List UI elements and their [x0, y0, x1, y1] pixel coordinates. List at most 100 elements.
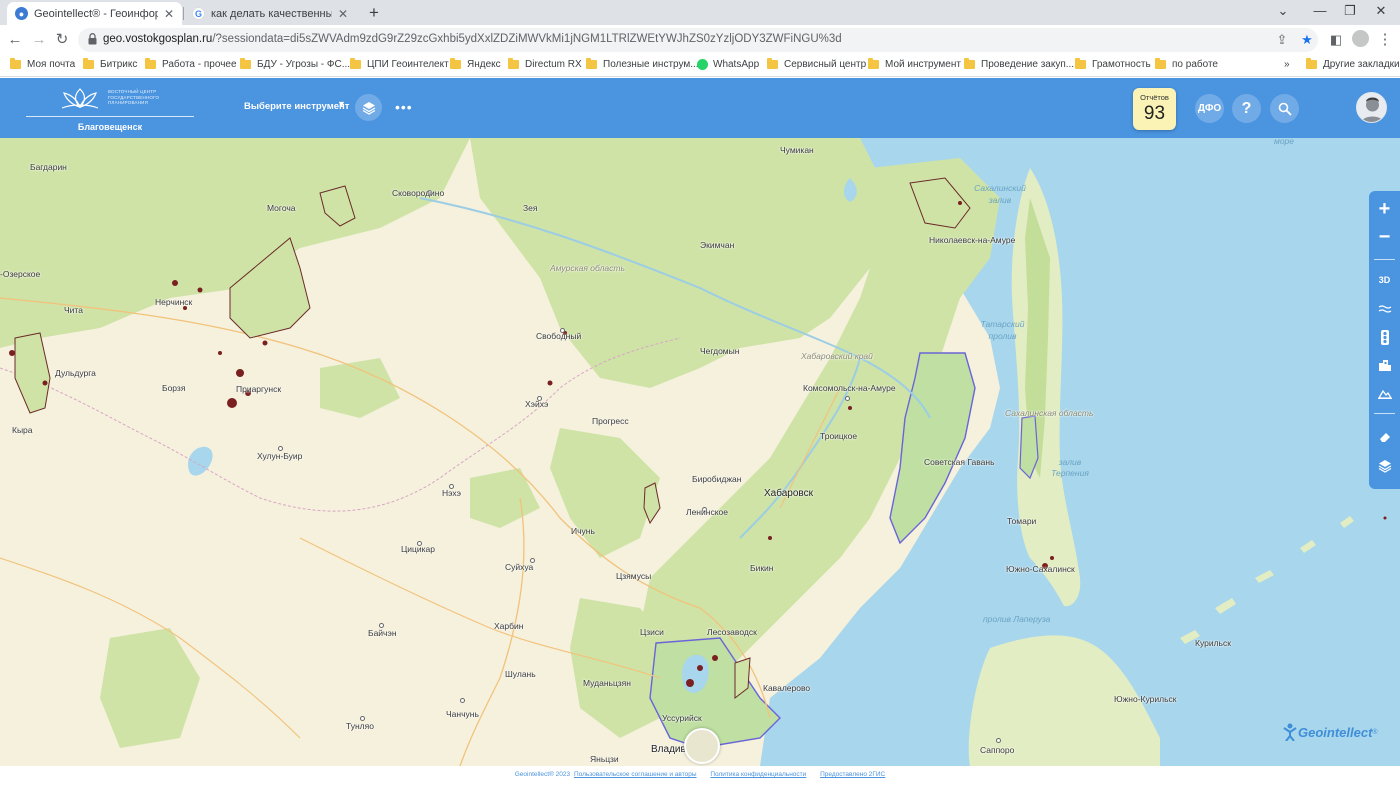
city-dot [845, 396, 850, 401]
url-omnibox[interactable]: geo.vostokgosplan.ru/?sessiondata=di5sZW… [78, 28, 1318, 52]
lock-icon [88, 33, 97, 45]
bookmark-item[interactable]: Грамотность [1075, 58, 1151, 70]
share-icon[interactable]: ⇪ [1274, 32, 1290, 48]
logo-text: ВОСТОЧНЫЙ ЦЕНТР ГОСУДАРСТВЕННОГО ПЛАНИРО… [108, 89, 159, 106]
map-canvas[interactable]: Чумикан Багдарин Сковородино Могоча Зея … [0, 138, 1400, 766]
new-tab-button[interactable]: + [364, 3, 384, 23]
vostok-logo[interactable]: ВОСТОЧНЫЙ ЦЕНТР ГОСУДАРСТВЕННОГО ПЛАНИРО… [26, 84, 194, 136]
folder-icon [508, 58, 519, 69]
place-label: Тунляо [346, 721, 374, 731]
close-window-icon[interactable]: ✕ [1366, 2, 1396, 20]
bookmark-item[interactable]: Сервисный центр [767, 58, 866, 70]
close-tab-icon[interactable]: ✕ [338, 7, 348, 21]
city-selector[interactable]: Благовещенск [26, 122, 194, 132]
place-label: Чегдомын [700, 346, 740, 356]
place-label: -Озерское [0, 269, 41, 279]
search-icon [1278, 102, 1292, 116]
terms-link[interactable]: Пользовательское соглашение и авторы [574, 771, 697, 778]
zoom-out-button[interactable]: − [1369, 225, 1400, 249]
geointellect-brand: Geointellect ® [1282, 723, 1378, 741]
bookmark-item[interactable]: Битрикс [83, 58, 137, 70]
folder-icon [1155, 58, 1166, 69]
bookmark-item[interactable]: БДУ - Угрозы - ФС... [240, 58, 350, 70]
logo-text-line: ПЛАНИРОВАНИЯ [108, 100, 149, 105]
eraser-button[interactable] [1369, 425, 1400, 449]
bookmark-item[interactable]: Полезные инструм... [586, 58, 699, 70]
folder-icon [1075, 58, 1086, 69]
tab-google-search[interactable]: G как делать качественные снимк ✕ [184, 2, 356, 25]
3d-view-button[interactable]: 3D [1369, 268, 1400, 292]
bookmark-item[interactable]: Directum RX [508, 58, 582, 70]
relief-button[interactable] [1369, 381, 1400, 405]
bookmark-label: по работе [1172, 59, 1218, 70]
bookmark-item[interactable]: Моя почта [10, 58, 75, 70]
side-panel-icon[interactable]: ◧ [1326, 30, 1346, 50]
region-dfo-button[interactable]: ДФО [1195, 94, 1224, 123]
user-avatar-icon [1360, 97, 1385, 122]
water-label: Татарский пролив [980, 319, 1025, 341]
menu-kebab-icon[interactable]: ⋮ [1375, 30, 1395, 50]
buildings-button[interactable] [1369, 353, 1400, 377]
bookmark-item[interactable]: WhatsApp [697, 59, 759, 70]
back-arrow-icon[interactable]: ← [5, 30, 25, 50]
user-avatar[interactable] [1356, 92, 1387, 123]
tab-search-chevron-icon[interactable]: ⌄ [1268, 2, 1298, 20]
other-bookmarks[interactable]: Другие закладки [1306, 58, 1400, 70]
bookmark-item[interactable]: Проведение закуп... [964, 58, 1074, 70]
tool-select-dropdown[interactable]: Выберите инструмент [244, 101, 349, 112]
help-button[interactable]: ? [1232, 94, 1261, 123]
layers-button[interactable] [355, 94, 382, 121]
place-label: Ленинское [686, 507, 728, 517]
bookmark-item[interactable]: Мой инструмент [868, 58, 961, 70]
folder-icon [964, 58, 975, 69]
place-label: Муданьцзян [583, 678, 631, 688]
region-label: Амурская область [550, 263, 625, 273]
place-label: Кыра [12, 425, 33, 435]
place-label: Уссурийск [662, 713, 702, 723]
place-label: Бикин [750, 563, 774, 573]
traffic-button[interactable] [1369, 325, 1400, 349]
bookmark-item[interactable]: ЦПИ Геоинтелект [350, 58, 449, 70]
place-label: Хабаровск [764, 488, 813, 499]
restore-icon[interactable]: ❐ [1335, 2, 1365, 20]
zoom-in-button[interactable]: + [1369, 197, 1400, 221]
place-label: Саппоро [980, 745, 1015, 755]
place-label: Прогресс [592, 416, 629, 426]
footer-copyright: Geointellect® 2023 [514, 771, 571, 778]
place-label: Зея [523, 203, 538, 213]
footer: Geointellect® 2023 Пользовательское согл… [0, 766, 1400, 786]
bookmark-star-icon[interactable]: ★ [1299, 32, 1315, 48]
logo-divider [26, 116, 194, 117]
layers-panel-button[interactable] [1369, 454, 1400, 478]
place-label: Хэйхэ [525, 399, 549, 409]
2gis-link[interactable]: Предоставлено 2ГИС [820, 771, 885, 778]
bookmark-label: Яндекс [467, 59, 501, 70]
bookmark-item[interactable]: по работе [1155, 58, 1218, 70]
place-label: Суйхуа [505, 562, 534, 572]
caret-down-icon[interactable]: ▼ [337, 99, 346, 109]
forward-arrow-icon[interactable]: → [29, 30, 49, 50]
search-button[interactable] [1270, 94, 1299, 123]
address-bar-row: ← → ↻ geo.vostokgosplan.ru/?sessiondata=… [0, 25, 1400, 55]
minimize-icon[interactable]: — [1305, 2, 1335, 20]
brand-name: Geointellect [1298, 724, 1373, 740]
water-label: море [1274, 138, 1295, 146]
profile-icon[interactable] [1352, 30, 1369, 47]
bookmark-item[interactable]: Яндекс [450, 58, 501, 70]
region-label: Сахалинская область [1005, 408, 1094, 418]
folder-icon [350, 58, 361, 69]
place-label: Кавалерово [763, 683, 811, 693]
terrain-button[interactable] [1369, 297, 1400, 321]
more-menu-button[interactable]: ••• [395, 99, 413, 115]
minimap-button[interactable] [684, 728, 720, 764]
close-tab-icon[interactable]: ✕ [164, 7, 174, 21]
reports-counter[interactable]: Отчётов 93 [1133, 88, 1176, 130]
reload-icon[interactable]: ↻ [52, 30, 72, 50]
bookmarks-overflow-button[interactable]: » [1284, 59, 1290, 70]
bookmark-item[interactable]: Работа - прочее [145, 58, 237, 70]
bookmarks-bar: Моя почта Битрикс Работа - прочее БДУ - … [0, 55, 1400, 77]
city-dot [996, 738, 1001, 743]
folder-icon [83, 58, 94, 69]
tab-geointellect[interactable]: ● Geointellect® - Геоинформацио ✕ [7, 2, 182, 25]
privacy-link[interactable]: Политика конфиденциальности [710, 771, 806, 778]
